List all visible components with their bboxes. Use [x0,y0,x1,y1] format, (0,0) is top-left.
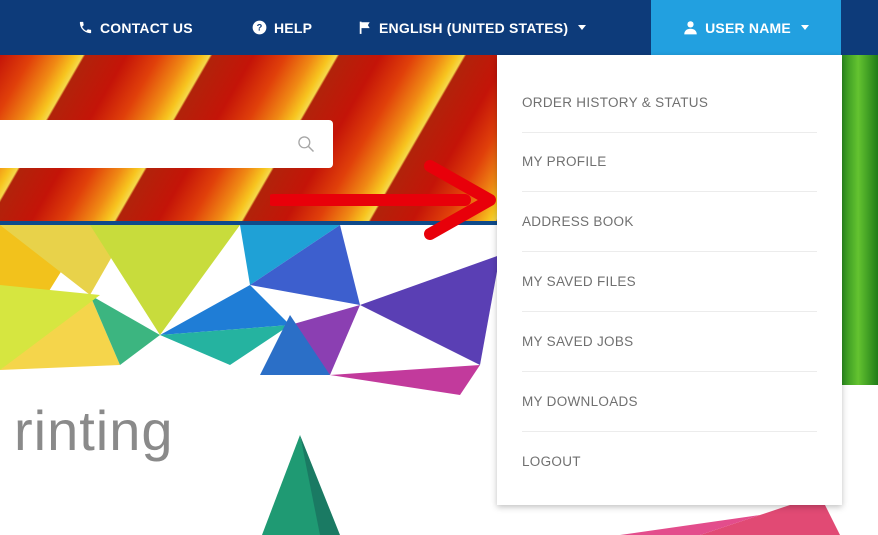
user-menu-toggle[interactable]: USER NAME [651,0,841,55]
help-link[interactable]: ? HELP [252,0,312,55]
chevron-down-icon [800,25,809,30]
top-navigation-bar: CONTACT US ? HELP ENGLISH (UNITED STATES… [0,0,878,55]
search-icon[interactable] [296,134,316,154]
help-label: HELP [274,19,313,36]
language-label: ENGLISH (UNITED STATES) [379,19,569,36]
menu-item-my-saved-files[interactable]: MY SAVED FILES [522,252,817,312]
flag-icon [359,21,370,34]
hero-heading-text: rinting [14,399,174,462]
user-name-label: USER NAME [705,19,791,36]
chevron-down-icon [578,25,587,30]
menu-item-order-history[interactable]: ORDER HISTORY & STATUS [522,73,817,133]
contact-us-label: CONTACT US [100,19,193,36]
menu-item-address-book[interactable]: ADDRESS BOOK [522,192,817,252]
user-dropdown-menu: ORDER HISTORY & STATUS MY PROFILE ADDRES… [497,55,842,505]
menu-item-my-saved-jobs[interactable]: MY SAVED JOBS [522,312,817,372]
search-input[interactable] [0,120,290,168]
phone-icon [79,21,92,34]
menu-item-my-downloads[interactable]: MY DOWNLOADS [522,372,817,432]
question-circle-icon: ? [252,20,267,35]
menu-item-my-profile[interactable]: MY PROFILE [522,132,817,192]
menu-item-logout[interactable]: LOGOUT [522,432,817,491]
language-selector[interactable]: ENGLISH (UNITED STATES) [358,0,587,55]
red-arrow-annotation [270,160,496,240]
svg-text:?: ? [257,23,263,33]
contact-us-link[interactable]: CONTACT US [78,0,193,55]
user-icon [684,21,697,35]
